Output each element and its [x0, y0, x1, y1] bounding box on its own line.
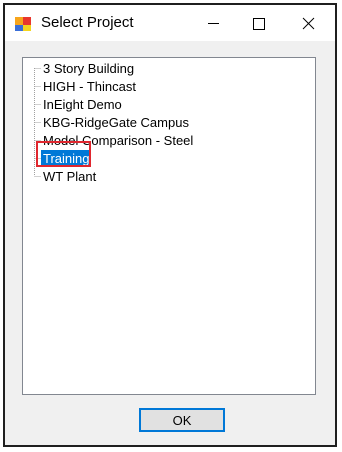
select-project-dialog: Select Project 3 Story Building HIGH - T…	[3, 3, 337, 447]
tree-connector-lines	[34, 68, 41, 177]
window-title: Select Project	[41, 14, 134, 31]
tree-item-wt-plant[interactable]: WT Plant	[41, 168, 98, 185]
project-tree[interactable]: 3 Story Building HIGH - Thincast InEight…	[22, 57, 316, 395]
close-button[interactable]	[286, 5, 331, 41]
ok-button[interactable]: OK	[139, 408, 225, 432]
app-icon	[15, 17, 31, 31]
title-bar: Select Project	[5, 5, 335, 41]
selection-highlight-annotation	[36, 141, 91, 167]
maximize-icon	[253, 18, 265, 30]
tree-item-3-story-building[interactable]: 3 Story Building	[41, 60, 136, 77]
maximize-button[interactable]	[236, 5, 281, 41]
minimize-icon	[208, 23, 219, 24]
close-icon	[302, 17, 315, 30]
tree-item-kbg-ridgegate-campus[interactable]: KBG-RidgeGate Campus	[41, 114, 191, 131]
tree-item-ineight-demo[interactable]: InEight Demo	[41, 96, 124, 113]
minimize-button[interactable]	[191, 5, 236, 41]
tree-item-high-thincast[interactable]: HIGH - Thincast	[41, 78, 138, 95]
